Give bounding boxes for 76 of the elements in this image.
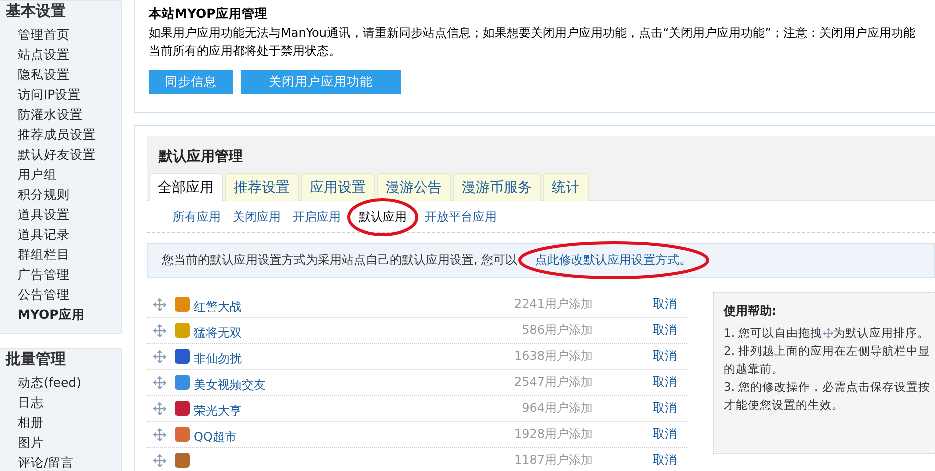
app-name[interactable]: 美女视频交友 [194,371,473,394]
tab[interactable]: 推荐设置 [225,173,299,201]
help-text: 3. 您的修改操作，必需点击保存设置按 [724,379,932,396]
filter-link[interactable]: 开放平台应用 [425,209,497,226]
help-text: 1. 您可以自由拖拽 [724,325,823,342]
notice-text: 当前所有的应用都将处于禁用状态。 [149,43,342,60]
sidebar-item[interactable]: 道具记录 [0,225,121,245]
user-count: 2241用户添加 [513,296,593,313]
notice-title: 本站MYOP应用管理 [149,5,269,23]
cancel-link[interactable]: 取消 [593,374,677,391]
filter-link[interactable]: 开启应用 [293,209,341,226]
sidebar-item[interactable]: 访问IP设置 [0,85,121,105]
sidebar-item[interactable]: 用户组 [0,165,121,185]
filter-link[interactable]: 所有应用 [173,209,221,226]
user-count: 1928用户添加 [513,426,593,443]
user-count: 1638用户添加 [513,348,593,365]
cancel-link[interactable]: 取消 [593,348,677,365]
move-icon[interactable] [153,402,167,416]
move-icon[interactable] [153,376,167,390]
app-name[interactable]: QQ超市 [194,423,473,446]
sidebar-item[interactable]: 评论/留言 [0,453,121,471]
sidebar-item[interactable]: MYOP应用 [0,305,121,325]
user-count: 964用户添加 [521,400,593,417]
tab[interactable]: 漫游币服务 [453,173,541,201]
sidebar-item[interactable]: 隐私设置 [0,65,121,85]
sidebar-item[interactable]: 站点设置 [0,45,121,65]
tab[interactable]: 漫游公告 [377,173,451,201]
cancel-link[interactable]: 取消 [593,296,677,313]
move-icon[interactable] [153,454,167,468]
modify-link[interactable]: 点此修改默认应用设置方式 [536,253,680,267]
sidebar-item[interactable]: 道具设置 [0,205,121,225]
move-icon [822,328,834,338]
move-icon[interactable] [153,324,167,338]
sidebar-item[interactable]: 积分规则 [0,185,121,205]
tab[interactable]: 统计 [543,173,589,201]
sidebar-item[interactable]: 群组栏目 [0,245,121,265]
sidebar-item[interactable]: 默认好友设置 [0,145,121,165]
sidebar-item[interactable]: 管理首页 [0,25,121,45]
move-icon[interactable] [153,428,167,442]
filter-link[interactable]: 默认应用 [359,210,407,224]
user-count: 1187用户添加 [513,452,593,469]
cancel-link[interactable]: 取消 [593,452,677,469]
info-text: 。 [680,253,692,267]
help-text: 为默认应用排序。 [834,325,930,342]
sidebar-item[interactable]: 日志 [0,393,121,413]
sidebar-item[interactable]: 动态(feed) [0,373,121,393]
sidebar-item[interactable]: 图片 [0,433,121,453]
panel-title: 默认应用管理 [147,136,935,173]
sidebar-item[interactable]: 相册 [0,413,121,433]
cancel-link[interactable]: 取消 [593,426,677,443]
sidebar-item[interactable]: 推荐成员设置 [0,125,121,145]
filter-link[interactable]: 关闭应用 [233,209,281,226]
sidebar-item[interactable]: 公告管理 [0,285,121,305]
notice-text: 如果用户应用功能无法与ManYou通讯，请重新同步站点信息；如果想要关闭用户应用功能，点击“关闭用户应用功能”；注意：关闭用户应用功能 [149,25,916,42]
sidebar-item[interactable]: 广告管理 [0,265,121,285]
user-count: 2547用户添加 [513,374,593,391]
sidebar-heading: 批量管理 [4,349,67,370]
help-text: 2. 排列越上面的应用在左侧导航栏中显 [724,343,932,360]
help-text: 才能使您设置的生效。 [724,397,845,414]
help-text: 的越靠前。 [724,361,785,378]
tab[interactable]: 全部应用 [149,173,223,201]
app-name[interactable]: 猛将无双 [194,319,473,342]
move-icon[interactable] [153,298,167,312]
move-icon[interactable] [153,350,167,364]
app-name[interactable]: 非仙勿扰 [194,345,473,368]
sidebar-item[interactable]: 防灌水设置 [0,105,121,125]
cancel-link[interactable]: 取消 [593,400,677,417]
sidebar-heading: 基本设置 [5,1,67,22]
help-title: 使用帮助: [724,303,778,320]
user-count: 586用户添加 [521,322,593,339]
app-name[interactable]: 荣光大亨 [194,397,473,420]
tab[interactable]: 应用设置 [301,173,375,201]
cancel-link[interactable]: 取消 [593,322,677,339]
annotation-ellipse [348,198,418,236]
info-text: 您当前的默认应用设置方式为采用站点自己的默认应用设置, 您可以 [162,253,518,267]
app-name[interactable]: 红警大战 [194,293,473,316]
